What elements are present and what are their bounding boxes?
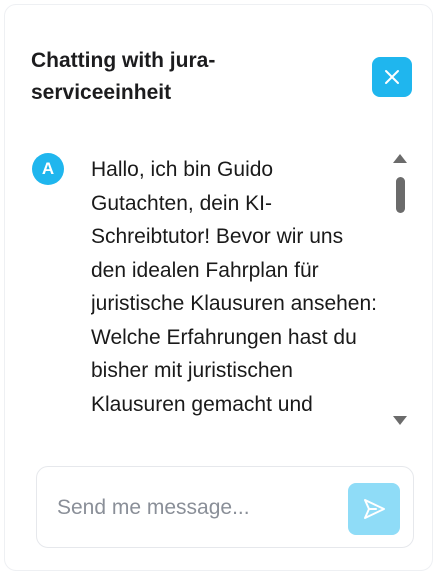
close-button[interactable] xyxy=(372,57,412,97)
message-list[interactable]: Hallo, ich bin Guido Gutachten, dein KI-… xyxy=(91,153,381,435)
scroll-up-arrow-icon[interactable] xyxy=(393,154,407,163)
scroll-down-arrow-icon[interactable] xyxy=(393,416,407,425)
close-icon xyxy=(385,70,399,84)
assistant-message: Hallo, ich bin Guido Gutachten, dein KI-… xyxy=(91,158,378,416)
send-button[interactable] xyxy=(348,483,400,535)
message-composer xyxy=(36,466,414,548)
scrollbar-thumb[interactable] xyxy=(396,177,405,213)
assistant-avatar: A xyxy=(32,153,64,185)
send-icon xyxy=(364,499,385,519)
message-input[interactable] xyxy=(55,489,329,527)
chat-title: Chatting with jura-serviceeinheit xyxy=(31,49,216,104)
chat-widget: Chatting with jura-serviceeinheit A Hall… xyxy=(4,4,433,571)
